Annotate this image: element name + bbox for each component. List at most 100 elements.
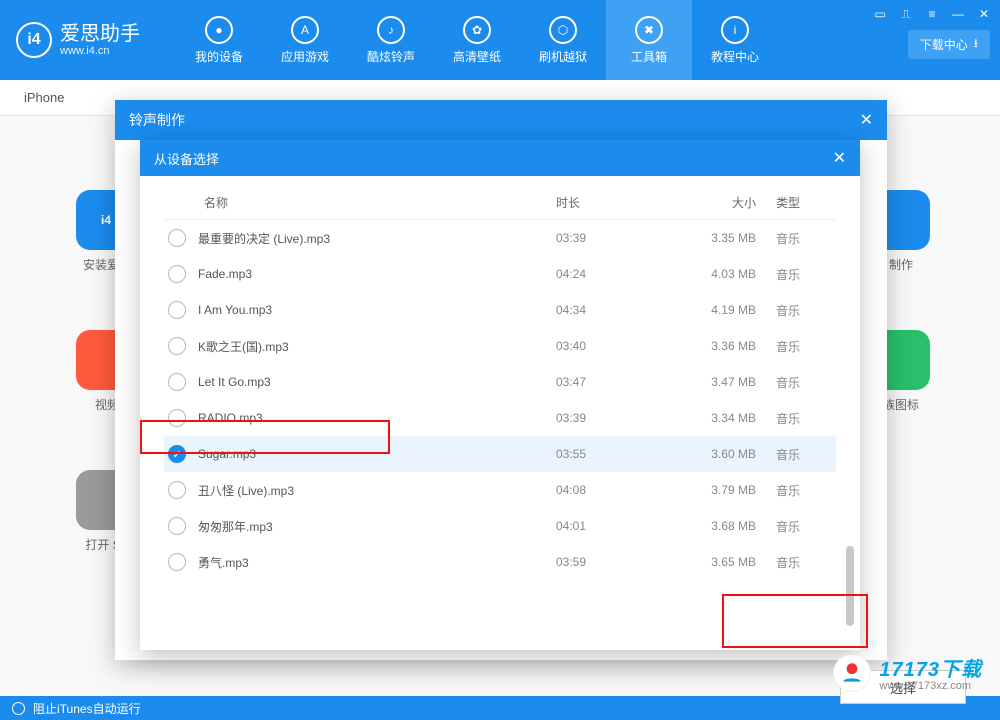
file-name: 最重要的决定 (Live).mp3	[198, 230, 556, 247]
file-row[interactable]: RADIO.mp3 03:39 3.34 MB 音乐	[164, 400, 836, 436]
file-type: 音乐	[776, 266, 836, 283]
download-center-button[interactable]: 下载中心 ⭳	[908, 30, 990, 59]
file-size: 3.34 MB	[666, 411, 776, 425]
file-type: 音乐	[776, 554, 836, 571]
file-size: 3.35 MB	[666, 231, 776, 245]
file-duration: 04:01	[556, 519, 666, 533]
nav-item-2[interactable]: ♪ 酷炫铃声	[348, 0, 434, 80]
download-icon: ⭳	[974, 34, 978, 55]
file-row[interactable]: 丑八怪 (Live).mp3 04:08 3.79 MB 音乐	[164, 472, 836, 508]
radio-icon[interactable]	[168, 445, 186, 463]
skin-icon[interactable]: ⎍	[898, 6, 914, 22]
file-type: 音乐	[776, 410, 836, 427]
file-type: 音乐	[776, 374, 836, 391]
col-name: 名称	[168, 194, 556, 211]
nav-label: 应用游戏	[281, 48, 329, 65]
radio-icon[interactable]	[168, 553, 186, 571]
app-header: i4 爱思助手 www.i4.cn ● 我的设备 A 应用游戏 ♪ 酷炫铃声 ✿高清壁纸⬡刷…	[0, 0, 1000, 80]
file-row[interactable]: 匆匆那年.mp3 04:01 3.68 MB 音乐	[164, 508, 836, 544]
tab-iphone[interactable]: iPhone	[24, 90, 64, 105]
nav-icon: ✿	[463, 16, 491, 44]
nav-item-6[interactable]: i教程中心	[692, 0, 778, 80]
file-duration: 03:47	[556, 375, 666, 389]
radio-icon[interactable]	[168, 229, 186, 247]
radio-icon[interactable]	[168, 301, 186, 319]
file-type: 音乐	[776, 518, 836, 535]
file-duration: 04:24	[556, 267, 666, 281]
nav-item-5[interactable]: ✖ 工具箱	[606, 0, 692, 80]
device-picker-header: 从设备选择 ✕	[140, 140, 860, 176]
close-icon[interactable]: ✕	[860, 110, 873, 130]
feedback-icon[interactable]: ▭	[872, 6, 888, 22]
file-row[interactable]: 最重要的决定 (Live).mp3 03:39 3.35 MB 音乐	[164, 220, 836, 256]
file-list: 名称 时长 大小 类型 最重要的决定 (Live).mp3 03:39 3.35…	[140, 176, 860, 650]
file-type: 音乐	[776, 446, 836, 463]
file-duration: 04:08	[556, 483, 666, 497]
radio-icon[interactable]	[168, 409, 186, 427]
file-row[interactable]: 勇气.mp3 03:59 3.65 MB 音乐	[164, 544, 836, 580]
file-duration: 03:59	[556, 555, 666, 569]
download-center-label: 下载中心	[920, 36, 968, 53]
file-name: 勇气.mp3	[198, 554, 556, 571]
close-icon[interactable]: ✕	[833, 148, 846, 168]
nav-icon: ✖	[635, 16, 663, 44]
radio-icon[interactable]	[168, 265, 186, 283]
watermark-icon	[833, 654, 871, 692]
file-type: 音乐	[776, 338, 836, 355]
col-duration: 时长	[556, 194, 666, 211]
nav-label: 酷炫铃声	[367, 48, 415, 65]
scrollbar-thumb[interactable]	[846, 546, 854, 626]
status-toggle[interactable]	[12, 702, 25, 715]
file-duration: 03:40	[556, 339, 666, 353]
close-icon[interactable]: ✕	[976, 6, 992, 22]
nav-icon: ♪	[377, 16, 405, 44]
window-controls: ▭ ⎍ ≡ — ✕	[872, 6, 992, 22]
file-row[interactable]: Let It Go.mp3 03:47 3.47 MB 音乐	[164, 364, 836, 400]
brand-title: 爱思助手	[60, 23, 140, 45]
nav-item-1[interactable]: A 应用游戏	[262, 0, 348, 80]
nav-label: 工具箱	[631, 48, 667, 65]
file-duration: 03:55	[556, 447, 666, 461]
logo-mark: i4	[16, 22, 52, 58]
radio-icon[interactable]	[168, 373, 186, 391]
file-row[interactable]: Sugar.mp3 03:55 3.60 MB 音乐	[164, 436, 836, 472]
nav-item-4[interactable]: ⬡刷机越狱	[520, 0, 606, 80]
nav-item-0[interactable]: ● 我的设备	[176, 0, 262, 80]
nav-item-3[interactable]: ✿高清壁纸	[434, 0, 520, 80]
file-name: 匆匆那年.mp3	[198, 518, 556, 535]
file-size: 3.79 MB	[666, 483, 776, 497]
file-name: Sugar.mp3	[198, 447, 556, 461]
file-row[interactable]: Fade.mp3 04:24 4.03 MB 音乐	[164, 256, 836, 292]
file-type: 音乐	[776, 482, 836, 499]
brand-url: www.i4.cn	[60, 45, 140, 57]
file-type: 音乐	[776, 230, 836, 247]
file-type: 音乐	[776, 302, 836, 319]
file-size: 3.65 MB	[666, 555, 776, 569]
file-name: I Am You.mp3	[198, 303, 556, 317]
status-text: 阻止iTunes自动运行	[33, 700, 141, 717]
device-picker-modal: 从设备选择 ✕ 名称 时长 大小 类型 最重要的决定 (Live).mp3 03…	[140, 140, 860, 650]
minimize-icon[interactable]: —	[950, 6, 966, 22]
nav-icon: A	[291, 16, 319, 44]
device-picker-title: 从设备选择	[154, 149, 219, 168]
file-name: K歌之王(国).mp3	[198, 338, 556, 355]
watermark-title: 17173下载	[879, 653, 982, 682]
radio-icon[interactable]	[168, 481, 186, 499]
menu-icon[interactable]: ≡	[924, 6, 940, 22]
file-size: 3.60 MB	[666, 447, 776, 461]
ringtone-modal-title: 铃声制作	[129, 110, 185, 130]
file-name: Fade.mp3	[198, 267, 556, 281]
nav-icon: ●	[205, 16, 233, 44]
file-row[interactable]: I Am You.mp3 04:34 4.19 MB 音乐	[164, 292, 836, 328]
ringtone-modal-header: 铃声制作 ✕	[115, 100, 887, 140]
radio-icon[interactable]	[168, 337, 186, 355]
nav-label: 刷机越狱	[539, 48, 587, 65]
file-size: 3.68 MB	[666, 519, 776, 533]
file-row[interactable]: K歌之王(国).mp3 03:40 3.36 MB 音乐	[164, 328, 836, 364]
nav-label: 我的设备	[195, 48, 243, 65]
nav-icon: i	[721, 16, 749, 44]
file-list-header: 名称 时长 大小 类型	[164, 194, 836, 220]
radio-icon[interactable]	[168, 517, 186, 535]
file-duration: 03:39	[556, 411, 666, 425]
file-size: 4.03 MB	[666, 267, 776, 281]
